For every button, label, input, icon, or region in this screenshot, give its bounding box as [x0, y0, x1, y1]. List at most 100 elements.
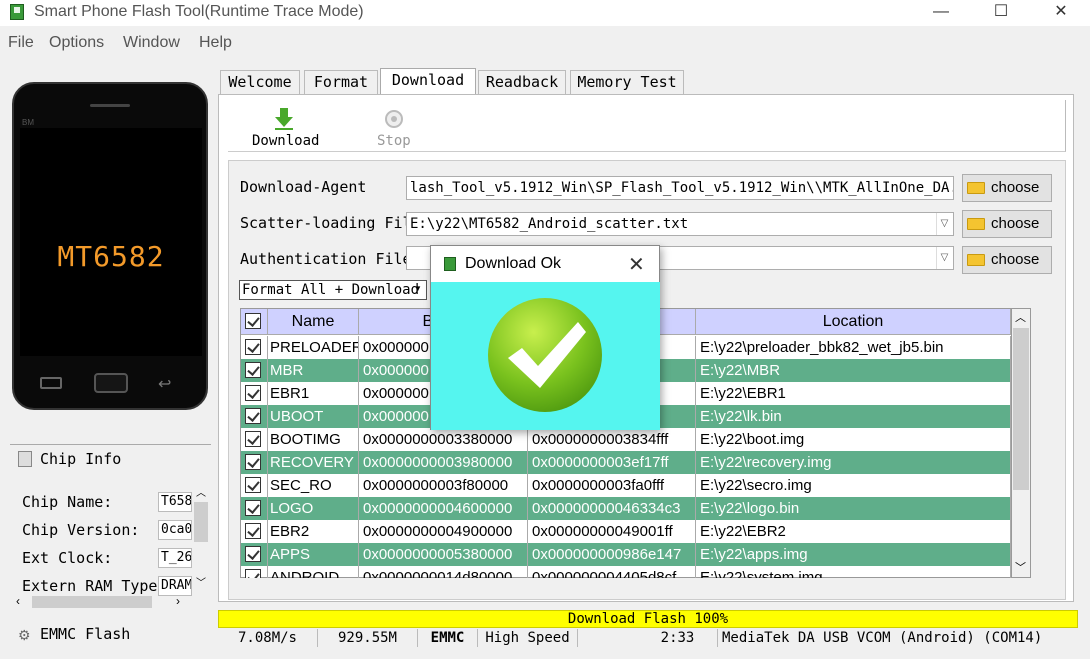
ext-clock-value: T_26 [158, 548, 192, 568]
cell-end: 0x0000000003ef17ff [528, 451, 696, 474]
cell-location: E:\y22\apps.img [696, 543, 1011, 566]
menu-file[interactable]: File [8, 34, 34, 52]
row-checkbox-cell[interactable] [241, 520, 268, 543]
phone-speaker [90, 104, 130, 107]
row-checkbox-cell[interactable] [241, 336, 268, 359]
scatter-file-field[interactable]: E:\y22\MT6582_Android_scatter.txt [406, 212, 954, 236]
tab-format[interactable]: Format [304, 70, 378, 94]
status-port: MediaTek DA USB VCOM (Android) (COM14) [722, 630, 1043, 646]
row-checkbox-cell[interactable] [241, 497, 268, 520]
scroll-up-icon[interactable]: ︿ [196, 484, 206, 499]
scroll-thumb[interactable] [194, 502, 208, 542]
row-checkbox[interactable] [245, 546, 261, 562]
cell-end: 0x000000004405d8cf [528, 566, 696, 578]
scroll-left-icon[interactable]: ‹ [16, 594, 20, 608]
cell-name: LOGO [268, 497, 359, 520]
row-checkbox-cell[interactable] [241, 405, 268, 428]
table-row[interactable]: EBR2 0x0000000004900000 0x00000000049001ff… [241, 520, 1011, 543]
choose-scatter-button[interactable]: choose [962, 210, 1052, 238]
table-row[interactable]: APPS 0x0000000005380000 0x000000000986e147… [241, 543, 1011, 566]
scroll-thumb-h[interactable] [32, 596, 152, 608]
cell-end: 0x0000000003fa0fff [528, 474, 696, 497]
stop-icon[interactable] [385, 110, 403, 128]
select-all-header[interactable] [241, 309, 268, 335]
menu-help[interactable]: Help [199, 34, 232, 52]
chip-horizontal-scrollbar[interactable]: ‹ › [14, 594, 192, 610]
scroll-down-icon[interactable]: ﹀ [196, 574, 206, 589]
download-mode-select[interactable]: Format All + Download [239, 280, 427, 300]
download-arrow-icon[interactable] [274, 108, 294, 130]
row-checkbox-cell[interactable] [241, 543, 268, 566]
cell-location: E:\y22\lk.bin [696, 405, 1011, 428]
gear-icon: ⚙ [18, 627, 31, 643]
row-checkbox[interactable] [245, 477, 261, 493]
chip-icon [18, 451, 32, 467]
cell-end: 0x00000000046334c3 [528, 497, 696, 520]
column-location-header[interactable]: Location [696, 309, 1011, 335]
emmc-flash-label[interactable]: EMMC Flash [40, 625, 130, 643]
table-row[interactable]: SEC_RO 0x0000000003f80000 0x0000000003fa0f… [241, 474, 1011, 497]
app-icon [444, 257, 456, 271]
minimize-button[interactable]: — [918, 0, 964, 26]
table-scroll-thumb[interactable] [1013, 328, 1029, 490]
menu-window[interactable]: Window [123, 34, 180, 52]
scroll-right-icon[interactable]: › [176, 594, 180, 608]
cell-begin: 0x0000000003380000 [359, 428, 528, 451]
chip-vertical-scrollbar[interactable]: ︿ ﹀ [193, 484, 209, 592]
cell-location: E:\y22\preloader_bbk82_wet_jb5.bin [696, 336, 1011, 359]
row-checkbox[interactable] [245, 385, 261, 401]
row-checkbox-cell[interactable] [241, 428, 268, 451]
row-checkbox[interactable] [245, 408, 261, 424]
row-checkbox[interactable] [245, 362, 261, 378]
chip-version-value: 0ca0 [158, 520, 192, 540]
cell-begin: 0x0000000003980000 [359, 451, 528, 474]
cell-name: RECOVERY [268, 451, 359, 474]
phone-home-key [94, 373, 128, 393]
close-button[interactable]: ✕ [1038, 0, 1084, 26]
cell-begin: 0x0000000005380000 [359, 543, 528, 566]
row-checkbox[interactable] [245, 569, 261, 578]
menu-options[interactable]: Options [49, 34, 104, 52]
select-all-checkbox[interactable] [245, 313, 261, 329]
row-checkbox[interactable] [245, 431, 261, 447]
table-row[interactable]: LOGO 0x0000000004600000 0x00000000046334c3… [241, 497, 1011, 520]
tab-download[interactable]: Download [380, 68, 476, 95]
row-checkbox-cell[interactable] [241, 451, 268, 474]
row-checkbox[interactable] [245, 500, 261, 516]
cell-end: 0x00000000049001ff [528, 520, 696, 543]
dialog-close-button[interactable]: ✕ [628, 252, 645, 277]
table-row[interactable]: RECOVERY 0x0000000003980000 0x0000000003ef… [241, 451, 1011, 474]
row-checkbox-cell[interactable] [241, 359, 268, 382]
cell-begin: 0x0000000003f80000 [359, 474, 528, 497]
row-checkbox[interactable] [245, 339, 261, 355]
cell-begin: 0x0000000004600000 [359, 497, 528, 520]
choose-download-agent-button[interactable]: choose [962, 174, 1052, 202]
status-usb-speed: High Speed [478, 629, 578, 647]
row-checkbox[interactable] [245, 523, 261, 539]
tab-memory-test[interactable]: Memory Test [570, 70, 684, 94]
choose-auth-button[interactable]: choose [962, 246, 1052, 274]
table-row[interactable]: ANDROID 0x0000000014d80000 0x000000004405d… [241, 566, 1011, 578]
maximize-button[interactable]: ☐ [978, 0, 1024, 26]
chevron-down-icon[interactable]: ▽ [936, 213, 952, 235]
phone-menu-key [40, 377, 62, 389]
row-checkbox-cell[interactable] [241, 382, 268, 405]
row-checkbox-cell[interactable] [241, 566, 268, 578]
column-name-header[interactable]: Name [268, 309, 359, 335]
scroll-up-icon[interactable]: ︿ [1015, 309, 1026, 325]
tab-readback[interactable]: Readback [478, 70, 566, 94]
tab-welcome[interactable]: Welcome [220, 70, 300, 94]
download-button[interactable]: Download [252, 133, 319, 149]
scroll-down-icon[interactable]: ﹀ [1015, 559, 1026, 575]
chip-info-header[interactable]: Chip Info [40, 450, 121, 468]
stop-button[interactable]: Stop [377, 133, 411, 149]
cell-name: APPS [268, 543, 359, 566]
row-checkbox[interactable] [245, 454, 261, 470]
cell-begin: 0x0000000014d80000 [359, 566, 528, 578]
row-checkbox-cell[interactable] [241, 474, 268, 497]
download-agent-field[interactable]: lash_Tool_v5.1912_Win\SP_Flash_Tool_v5.1… [406, 176, 954, 200]
dropdown-arrow-icon[interactable]: ▼ [412, 282, 424, 296]
folder-icon [967, 182, 985, 194]
table-row[interactable]: BOOTIMG 0x0000000003380000 0x0000000003834… [241, 428, 1011, 451]
chevron-down-icon[interactable]: ▽ [936, 247, 952, 269]
